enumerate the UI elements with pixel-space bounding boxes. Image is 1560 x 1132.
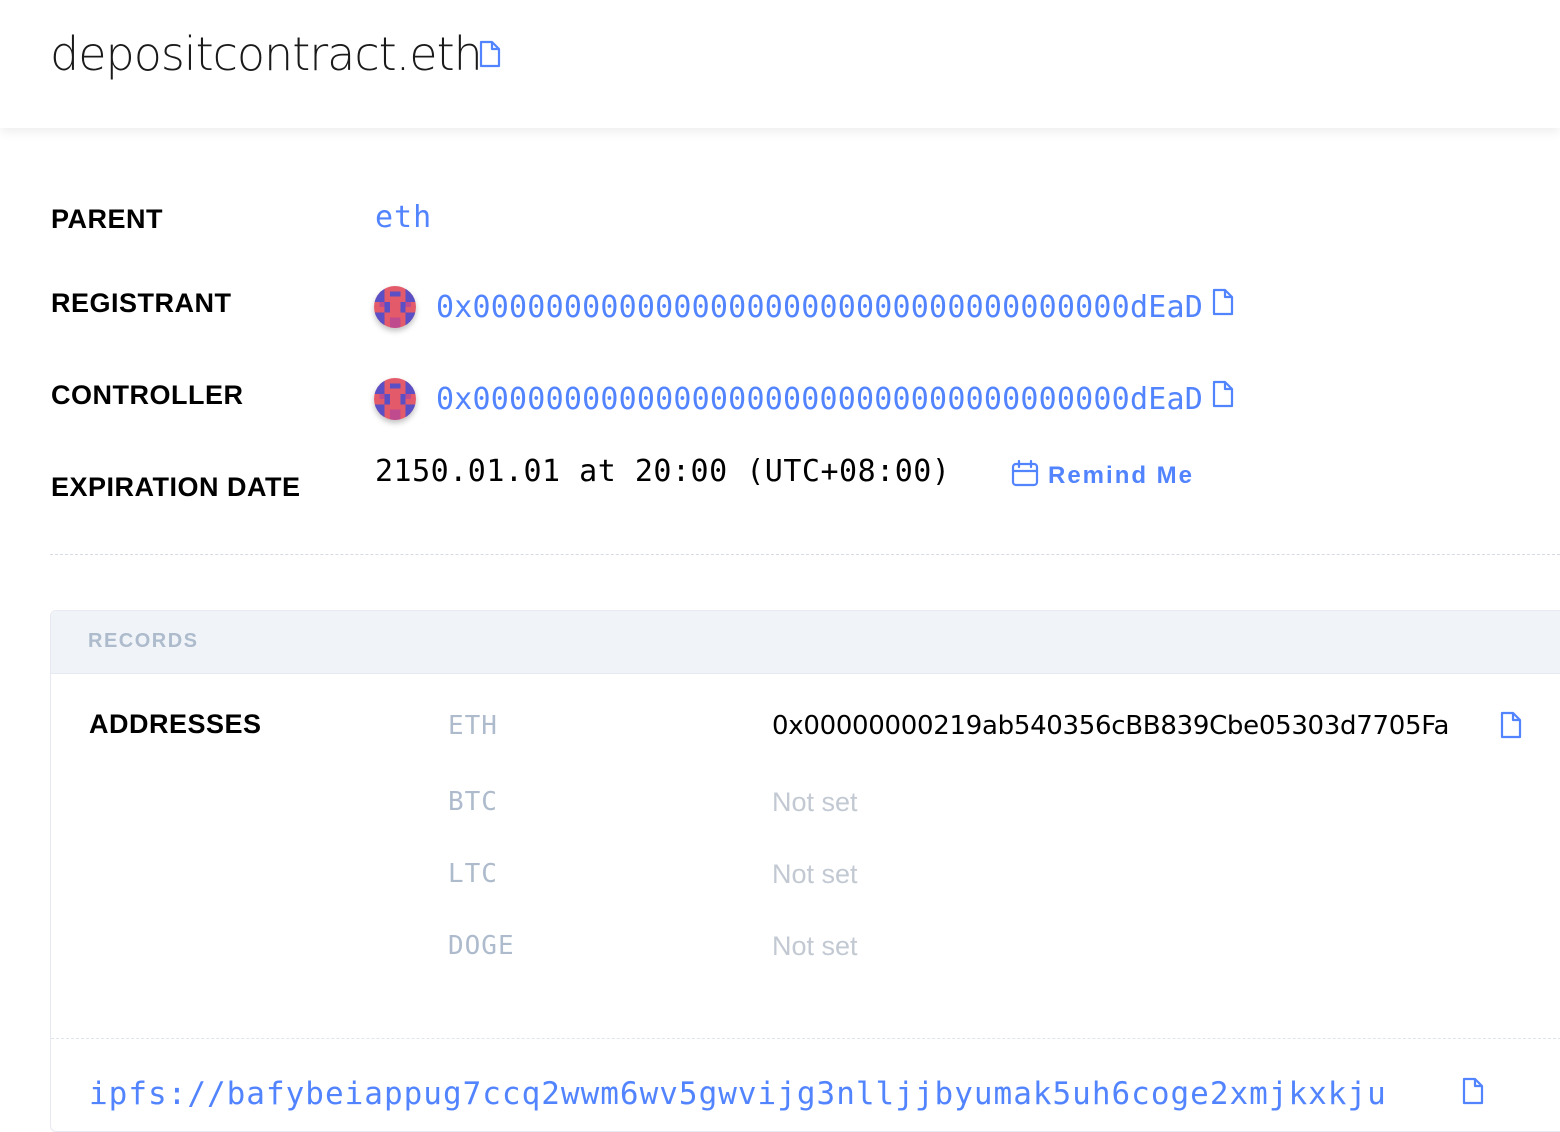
addresses-label: ADDRESSES xyxy=(89,709,262,739)
records-divider xyxy=(51,1038,1560,1039)
copy-icon[interactable] xyxy=(1499,711,1522,739)
controller-row: 0x000000000000000000000000000000000000dE… xyxy=(374,376,1234,422)
controller-label: CONTROLLER xyxy=(51,380,244,410)
records-title: RECORDS xyxy=(88,630,199,652)
expiration-date: 2150.01.01 at 20:00 (UTC+08:00) xyxy=(375,454,951,489)
controller-address[interactable]: 0x000000000000000000000000000000000000dE… xyxy=(436,382,1203,417)
remind-me-button[interactable]: Remind Me xyxy=(1010,458,1194,493)
copy-icon[interactable] xyxy=(1461,1077,1484,1105)
remind-me-label: Remind Me xyxy=(1048,461,1195,489)
records-panel: RECORDS ADDRESSES ETH 0x00000000219ab540… xyxy=(50,610,1560,1132)
expiration-label: EXPIRATION DATE xyxy=(51,472,301,502)
copy-icon[interactable] xyxy=(1211,288,1234,316)
parent-link[interactable]: eth xyxy=(375,200,432,235)
copy-icon[interactable] xyxy=(478,40,501,68)
coin-value-ltc: Not set xyxy=(772,859,858,889)
copy-icon[interactable] xyxy=(1211,380,1234,408)
coin-value-doge: Not set xyxy=(772,931,858,961)
controller-avatar xyxy=(374,378,416,420)
coin-symbol-eth: ETH xyxy=(448,711,498,741)
coin-symbol-doge: DOGE xyxy=(448,931,515,961)
registrant-label: REGISTRANT xyxy=(51,288,232,318)
registrant-row: 0x000000000000000000000000000000000000dE… xyxy=(374,284,1234,330)
parent-label: PARENT xyxy=(51,204,164,234)
domain-header: depositcontract.eth xyxy=(0,0,1560,128)
domain-name-title: depositcontract.eth xyxy=(50,27,483,81)
coin-value-eth[interactable]: 0x00000000219ab540356cBB839Cbe05303d7705… xyxy=(772,711,1449,741)
registrant-address[interactable]: 0x000000000000000000000000000000000000dE… xyxy=(436,290,1203,325)
records-header: RECORDS xyxy=(51,611,1560,674)
section-divider xyxy=(50,554,1560,555)
coin-symbol-ltc: LTC xyxy=(448,859,498,889)
registrant-avatar xyxy=(374,286,416,328)
coin-value-btc: Not set xyxy=(772,787,858,817)
content-hash-link[interactable]: ipfs://bafybeiappug7ccq2wwm6wv5gwvijg3nl… xyxy=(89,1076,1387,1112)
calendar-icon xyxy=(1010,458,1040,493)
coin-symbol-btc: BTC xyxy=(448,787,498,817)
